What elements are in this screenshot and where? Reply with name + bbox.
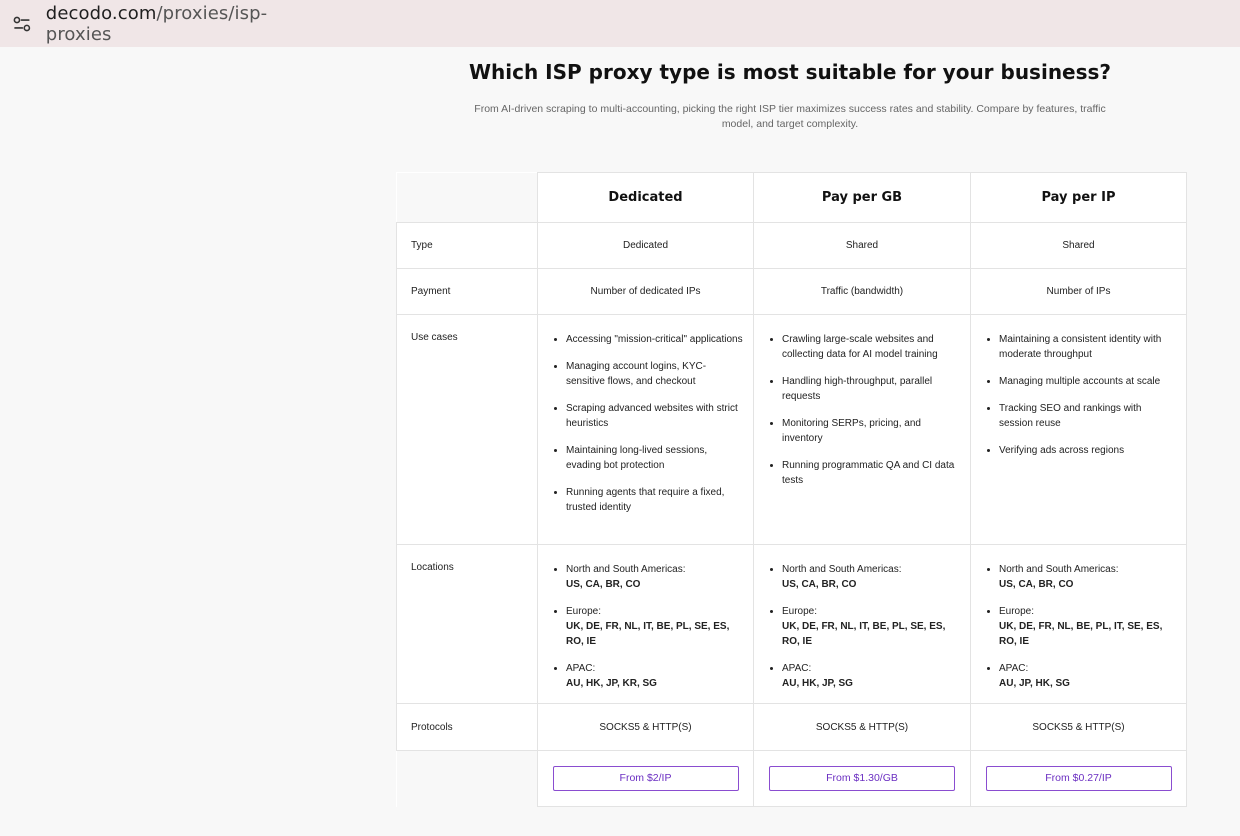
region-name: North and South Americas: bbox=[999, 564, 1119, 575]
country-codes: UK, DE, FR, NL, BE, PL, IT, SE, ES, RO, … bbox=[999, 621, 1163, 647]
list-item: Managing multiple accounts at scale bbox=[987, 374, 1176, 389]
table-cell: North and South Americas: US, CA, BR, CO … bbox=[537, 544, 754, 704]
table-cell: From $2/IP bbox=[537, 750, 754, 807]
cta-blank-cell bbox=[396, 750, 538, 807]
country-codes: US, CA, BR, CO bbox=[782, 579, 857, 590]
region-name: Europe: bbox=[782, 606, 818, 617]
country-codes: UK, DE, FR, NL, IT, BE, PL, SE, ES, RO, … bbox=[782, 621, 946, 647]
table-cell: From $0.27/IP bbox=[970, 750, 1187, 807]
country-codes: AU, HK, JP, SG bbox=[782, 678, 853, 689]
table-cell: Dedicated bbox=[537, 222, 754, 269]
url-text[interactable]: decodo.com/proxies/isp-proxies bbox=[46, 3, 330, 45]
list-item: APAC: AU, HK, JP, SG bbox=[770, 661, 960, 691]
comparison-table: Dedicated Pay per GB Pay per IP Type Ded… bbox=[396, 172, 1187, 807]
table-row-type: Type Dedicated Shared Shared bbox=[396, 222, 1187, 269]
location-list: North and South Americas: US, CA, BR, CO … bbox=[754, 562, 970, 691]
table-row-protocols: Protocols SOCKS5 & HTTP(S) SOCKS5 & HTTP… bbox=[396, 703, 1187, 751]
url-domain: decodo.com bbox=[45, 2, 157, 24]
region-name: Europe: bbox=[999, 606, 1035, 617]
country-codes: AU, JP, HK, SG bbox=[999, 678, 1070, 689]
table-cell: SOCKS5 & HTTP(S) bbox=[970, 703, 1187, 751]
page-title: Which ISP proxy type is most suitable fo… bbox=[468, 60, 1112, 84]
list-item: Verifying ads across regions bbox=[987, 443, 1176, 458]
column-header-dedicated: Dedicated bbox=[537, 172, 754, 223]
use-case-list: Accessing "mission-critical" application… bbox=[538, 332, 753, 515]
price-button-pay-per-gb[interactable]: From $1.30/GB bbox=[769, 766, 955, 791]
header-blank-cell bbox=[396, 172, 538, 223]
table-cell: Accessing "mission-critical" application… bbox=[537, 314, 754, 545]
page-subtitle: From AI-driven scraping to multi-account… bbox=[474, 103, 1106, 130]
table-cell: Crawling large-scale websites and collec… bbox=[753, 314, 971, 545]
tune-icon[interactable] bbox=[12, 14, 32, 34]
table-cell: North and South Americas: US, CA, BR, CO … bbox=[970, 544, 1187, 704]
row-label: Use cases bbox=[396, 314, 538, 545]
list-item: Scraping advanced websites with strict h… bbox=[554, 401, 743, 431]
region-name: Europe: bbox=[566, 606, 602, 617]
row-label: Protocols bbox=[396, 703, 538, 751]
list-item: Running agents that require a fixed, tru… bbox=[554, 485, 743, 515]
list-item: North and South Americas: US, CA, BR, CO bbox=[554, 562, 743, 592]
table-row-payment: Payment Number of dedicated IPs Traffic … bbox=[396, 268, 1187, 315]
region-name: APAC: bbox=[566, 663, 596, 674]
browser-toolbar-background bbox=[330, 0, 1240, 47]
table-cell: North and South Americas: US, CA, BR, CO … bbox=[753, 544, 971, 704]
list-item: Maintaining long-lived sessions, evading… bbox=[554, 443, 743, 473]
list-item: North and South Americas: US, CA, BR, CO bbox=[770, 562, 960, 592]
table-cell: SOCKS5 & HTTP(S) bbox=[753, 703, 971, 751]
use-case-list: Maintaining a consistent identity with m… bbox=[971, 332, 1186, 458]
region-name: North and South Americas: bbox=[782, 564, 902, 575]
list-item: Europe: UK, DE, FR, NL, IT, BE, PL, SE, E… bbox=[770, 604, 960, 649]
table-cell: From $1.30/GB bbox=[753, 750, 971, 807]
table-row-use-cases: Use cases Accessing "mission-critical" a… bbox=[396, 314, 1187, 545]
location-list: North and South Americas: US, CA, BR, CO … bbox=[971, 562, 1186, 691]
list-item: APAC: AU, HK, JP, KR, SG bbox=[554, 661, 743, 691]
list-item: Tracking SEO and rankings with session r… bbox=[987, 401, 1176, 431]
country-codes: US, CA, BR, CO bbox=[566, 579, 641, 590]
table-cell: Shared bbox=[970, 222, 1187, 269]
list-item: Handling high-throughput, parallel reque… bbox=[770, 374, 960, 404]
list-item: Running programmatic QA and CI data test… bbox=[770, 458, 960, 488]
column-header-pay-per-gb: Pay per GB bbox=[753, 172, 971, 223]
table-cell: Shared bbox=[753, 222, 971, 269]
region-name: APAC: bbox=[999, 663, 1029, 674]
price-button-dedicated[interactable]: From $2/IP bbox=[552, 766, 739, 791]
list-item: North and South Americas: US, CA, BR, CO bbox=[987, 562, 1176, 592]
use-case-list: Crawling large-scale websites and collec… bbox=[754, 332, 970, 488]
row-label: Payment bbox=[396, 268, 538, 315]
row-label: Type bbox=[396, 222, 538, 269]
list-item: Europe: UK, DE, FR, NL, BE, PL, IT, SE, E… bbox=[987, 604, 1176, 649]
table-row-locations: Locations North and South Americas: US, C… bbox=[396, 544, 1187, 704]
country-codes: UK, DE, FR, NL, IT, BE, PL, SE, ES, RO, … bbox=[566, 621, 730, 647]
list-item: Monitoring SERPs, pricing, and inventory bbox=[770, 416, 960, 446]
table-cell: Traffic (bandwidth) bbox=[753, 268, 971, 315]
region-name: APAC: bbox=[782, 663, 812, 674]
price-button-pay-per-ip[interactable]: From $0.27/IP bbox=[985, 766, 1172, 791]
list-item: Maintaining a consistent identity with m… bbox=[987, 332, 1176, 362]
address-bar[interactable]: decodo.com/proxies/isp-proxies bbox=[0, 0, 330, 47]
country-codes: AU, HK, JP, KR, SG bbox=[566, 678, 657, 689]
table-header-row: Dedicated Pay per GB Pay per IP bbox=[396, 172, 1187, 223]
table-row-cta: From $2/IP From $1.30/GB From $0.27/IP bbox=[396, 750, 1187, 807]
location-list: North and South Americas: US, CA, BR, CO … bbox=[538, 562, 753, 691]
table-cell: Number of IPs bbox=[970, 268, 1187, 315]
table-cell: Number of dedicated IPs bbox=[537, 268, 754, 315]
region-name: North and South Americas: bbox=[566, 564, 686, 575]
list-item: Accessing "mission-critical" application… bbox=[554, 332, 743, 347]
column-header-pay-per-ip: Pay per IP bbox=[970, 172, 1187, 223]
list-item: APAC: AU, JP, HK, SG bbox=[987, 661, 1176, 691]
list-item: Managing account logins, KYC-sensitive f… bbox=[554, 359, 743, 389]
table-cell: Maintaining a consistent identity with m… bbox=[970, 314, 1187, 545]
table-cell: SOCKS5 & HTTP(S) bbox=[537, 703, 754, 751]
row-label: Locations bbox=[396, 544, 538, 704]
list-item: Crawling large-scale websites and collec… bbox=[770, 332, 960, 362]
list-item: Europe: UK, DE, FR, NL, IT, BE, PL, SE, E… bbox=[554, 604, 743, 649]
country-codes: US, CA, BR, CO bbox=[999, 579, 1074, 590]
